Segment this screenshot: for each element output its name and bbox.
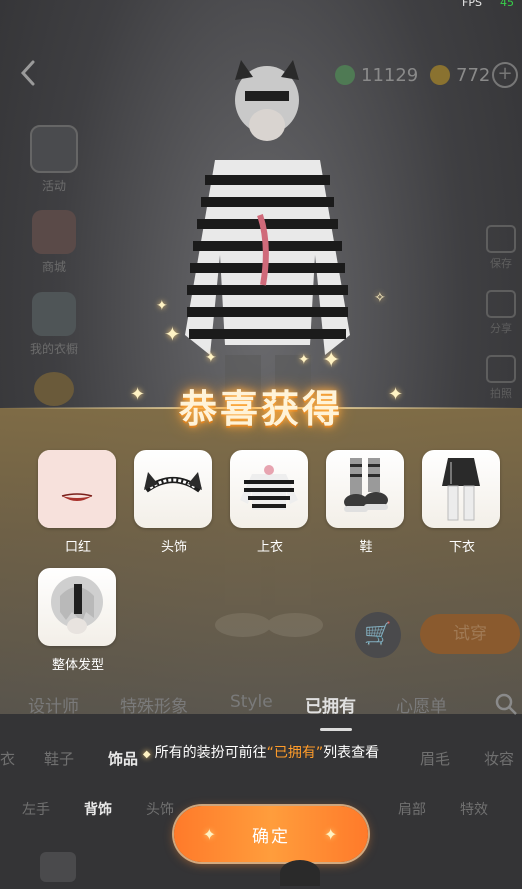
chevron-left-icon: [20, 60, 35, 86]
hint-suffix: 列表查看: [323, 745, 380, 761]
reward-item-label: 头饰: [160, 540, 187, 555]
sidebar-item-label: 保存: [490, 257, 512, 270]
sweater-icon: [230, 450, 308, 528]
owned-hint-text: ◆ 所有的装扮可前往“已拥有”列表查看: [0, 742, 522, 762]
cart-button[interactable]: 🛒: [355, 612, 401, 658]
tab-wishlist[interactable]: 心愿单: [396, 692, 447, 720]
sparkle-icon: ✦: [205, 350, 217, 366]
sidebar-item-label: 活动: [41, 179, 66, 193]
fps-value: 45: [500, 0, 514, 9]
tab-owned[interactable]: 已拥有: [305, 692, 356, 720]
category-shoulder[interactable]: 肩部: [398, 799, 426, 819]
dance-icon: [30, 125, 78, 173]
headband-icon: [134, 450, 212, 528]
sidebar-item-label: 分享: [490, 322, 512, 335]
share-icon: [486, 290, 516, 318]
confirm-button[interactable]: ✦ 确定 ✦: [174, 806, 368, 862]
plus-button[interactable]: +: [492, 62, 518, 88]
reward-item-label: 鞋: [359, 540, 373, 555]
reward-item-shoes[interactable]: 鞋: [326, 450, 406, 555]
reward-item-hairstyle[interactable]: 整体发型: [38, 568, 118, 673]
sparkle-icon: ✦: [324, 824, 340, 844]
reward-title: 恭喜获得: [178, 387, 343, 431]
sparkle-icon: ✧: [374, 290, 386, 306]
item-thumbnail[interactable]: [40, 852, 76, 882]
category-back[interactable]: 背饰: [84, 799, 112, 819]
reward-item-top[interactable]: 上衣: [230, 450, 310, 555]
hint-prefix: 所有的装扮可前往: [154, 745, 267, 761]
sidebar-item-shop[interactable]: 商城: [26, 210, 82, 275]
background-wardrobe-area: [0, 714, 522, 889]
sparkle-icon: ◆: [142, 749, 151, 760]
tab-underline: [320, 728, 352, 731]
fps-label: FPS: [462, 0, 482, 9]
tab-designer[interactable]: 设计师: [28, 692, 79, 720]
cart-icon: 🛒: [364, 622, 392, 647]
tab-style[interactable]: Style: [230, 692, 273, 720]
sparkle-icon: ✦: [322, 348, 341, 373]
reward-item-label: 口红: [64, 540, 91, 555]
reward-item-label: 整体发型: [51, 658, 104, 673]
sidebar-item-label: 我的衣橱: [29, 342, 78, 356]
sidebar-item-save[interactable]: 保存: [484, 225, 518, 271]
reward-item-headwear[interactable]: 头饰: [134, 450, 214, 555]
sidebar-item-wardrobe[interactable]: 我的衣橱: [26, 292, 82, 357]
sidebar-item-share[interactable]: 分享: [484, 290, 518, 336]
confirm-label: 确定: [252, 826, 290, 847]
lipstick-icon: [38, 450, 116, 528]
skirt-icon: [422, 450, 500, 528]
save-icon: [486, 225, 516, 253]
hairstyle-icon: [38, 568, 116, 646]
diamond-count: 11129: [361, 64, 419, 86]
try-on-button[interactable]: 试穿: [420, 614, 520, 654]
sidebar-item-label: 商城: [41, 260, 66, 274]
gift-box-icon: [32, 210, 76, 254]
reward-item-label: 下衣: [448, 540, 475, 555]
back-button[interactable]: [18, 58, 42, 88]
coin-balance[interactable]: 772: [430, 62, 490, 88]
tab-special[interactable]: 特殊形象: [120, 692, 188, 720]
category-effects[interactable]: 特效: [460, 799, 488, 819]
search-icon: [495, 693, 517, 715]
category-left-hand[interactable]: 左手: [22, 799, 50, 819]
search-button[interactable]: [494, 692, 518, 716]
hint-highlight: “已拥有”: [266, 745, 324, 761]
sparkle-icon: ✦: [202, 824, 218, 844]
plus-icon: +: [497, 63, 513, 84]
category-head[interactable]: 头饰: [146, 799, 174, 819]
sparkle-icon: ✦: [298, 352, 310, 368]
sparkle-icon: ✦: [164, 322, 181, 346]
wardrobe-icon: [32, 292, 76, 336]
sidebar-item-activity[interactable]: 活动: [26, 125, 82, 194]
reward-item-bottom[interactable]: 下衣: [422, 450, 502, 555]
reward-item-lipstick[interactable]: 口红: [38, 450, 118, 555]
sparkle-icon: ✦: [156, 298, 168, 314]
coin-count: 772: [456, 64, 491, 86]
shoes-icon: [326, 450, 404, 528]
coin-icon: [430, 65, 450, 85]
reward-item-label: 上衣: [256, 540, 283, 555]
item-thumbnail[interactable]: [280, 860, 320, 886]
